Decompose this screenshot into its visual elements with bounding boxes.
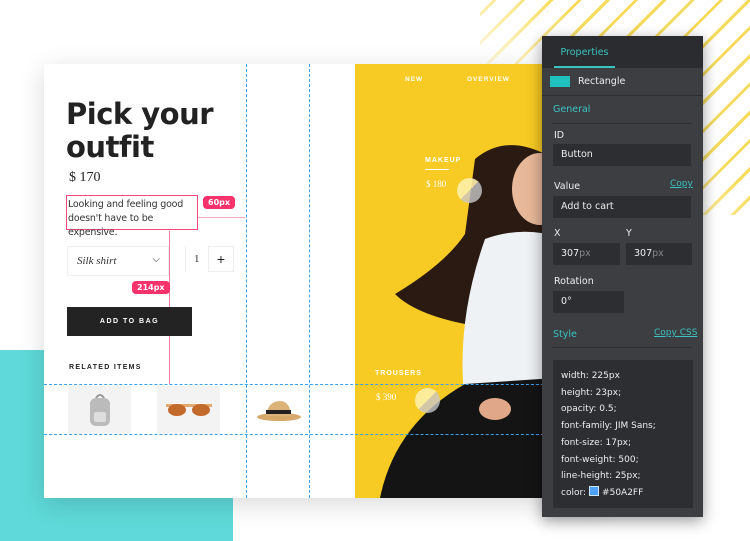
measure-badge-vertical: 214px xyxy=(132,281,170,294)
divider xyxy=(425,169,449,170)
guide-line-vertical xyxy=(309,64,310,498)
increase-quantity-button[interactable]: + xyxy=(208,246,234,272)
measure-line-horizontal xyxy=(198,217,245,218)
guide-line-vertical xyxy=(246,64,247,498)
element-type: Rectangle xyxy=(578,76,626,87)
hotspot-label-trousers: TROUSERS xyxy=(375,370,422,377)
sunglasses-icon xyxy=(165,404,212,416)
css-line: line-height: 25px; xyxy=(561,471,641,482)
divider xyxy=(552,347,692,348)
quantity-value[interactable]: 1 xyxy=(194,253,200,265)
id-label: ID xyxy=(554,130,565,141)
size-select[interactable]: Silk shirt ⌵ xyxy=(67,246,169,276)
css-line-color: color: #50A2FF xyxy=(561,485,644,498)
product-card: Pick your outfit $ 170 Looking and feelin… xyxy=(44,64,604,498)
value-label: Value xyxy=(554,181,581,192)
copy-link[interactable]: Copy xyxy=(670,179,693,189)
product-price: $ 170 xyxy=(69,170,101,185)
hotspot-price-trousers: $ 390 xyxy=(376,392,397,402)
hotspot-price-makeup: $ 180 xyxy=(426,179,447,189)
related-item-sunglasses[interactable] xyxy=(157,386,220,434)
related-items-heading: RELATED ITEMS xyxy=(69,364,142,371)
css-line: font-size: 17px; xyxy=(561,437,632,448)
color-swatch[interactable] xyxy=(589,485,600,496)
measure-badge-horizontal: 60px xyxy=(203,196,236,209)
y-label: Y xyxy=(626,228,632,239)
guide-line-horizontal xyxy=(44,384,564,385)
hat-icon xyxy=(256,401,301,421)
css-line: font-family: JIM Sans; xyxy=(561,421,656,432)
hotspot-trousers[interactable] xyxy=(415,388,440,413)
x-input[interactable]: 307px xyxy=(553,243,620,265)
related-item-backpack[interactable] xyxy=(68,386,131,434)
id-input[interactable]: Button xyxy=(553,144,691,166)
section-style: Style xyxy=(553,329,577,340)
add-to-bag-button[interactable]: ADD TO BAG xyxy=(67,307,192,336)
copy-css-link[interactable]: Copy CSS xyxy=(654,328,697,338)
css-line: width: 225px xyxy=(561,371,620,381)
backpack-icon xyxy=(89,394,110,426)
tab-properties[interactable]: Properties xyxy=(554,36,615,68)
related-item-hat[interactable] xyxy=(247,386,310,434)
y-input[interactable]: 307px xyxy=(626,243,692,265)
divider xyxy=(185,246,186,272)
rotation-label: Rotation xyxy=(554,276,594,287)
divider xyxy=(542,95,703,96)
value-input[interactable]: Add to cart xyxy=(553,196,691,218)
hotspot-makeup[interactable] xyxy=(457,178,482,203)
css-line: font-weight: 500; xyxy=(561,454,639,465)
chevron-down-icon: ⌵ xyxy=(152,254,160,265)
guide-line-horizontal xyxy=(44,434,564,435)
product-description[interactable]: Looking and feeling good doesn't have to… xyxy=(66,195,198,238)
rotation-input[interactable]: 0° xyxy=(553,291,624,313)
css-line: opacity: 0.5; xyxy=(561,404,617,415)
rectangle-icon xyxy=(550,76,570,87)
section-general: General xyxy=(553,104,591,115)
hotspot-label-makeup: MAKEUP xyxy=(425,157,462,164)
properties-panel: Properties Rectangle General ID Button V… xyxy=(542,36,703,517)
css-line: height: 23px; xyxy=(561,387,622,398)
page-title: Pick your outfit xyxy=(66,97,214,164)
x-label: X xyxy=(554,228,561,239)
css-code-block: width: 225px height: 23px; opacity: 0.5;… xyxy=(553,360,693,508)
divider xyxy=(552,123,692,124)
